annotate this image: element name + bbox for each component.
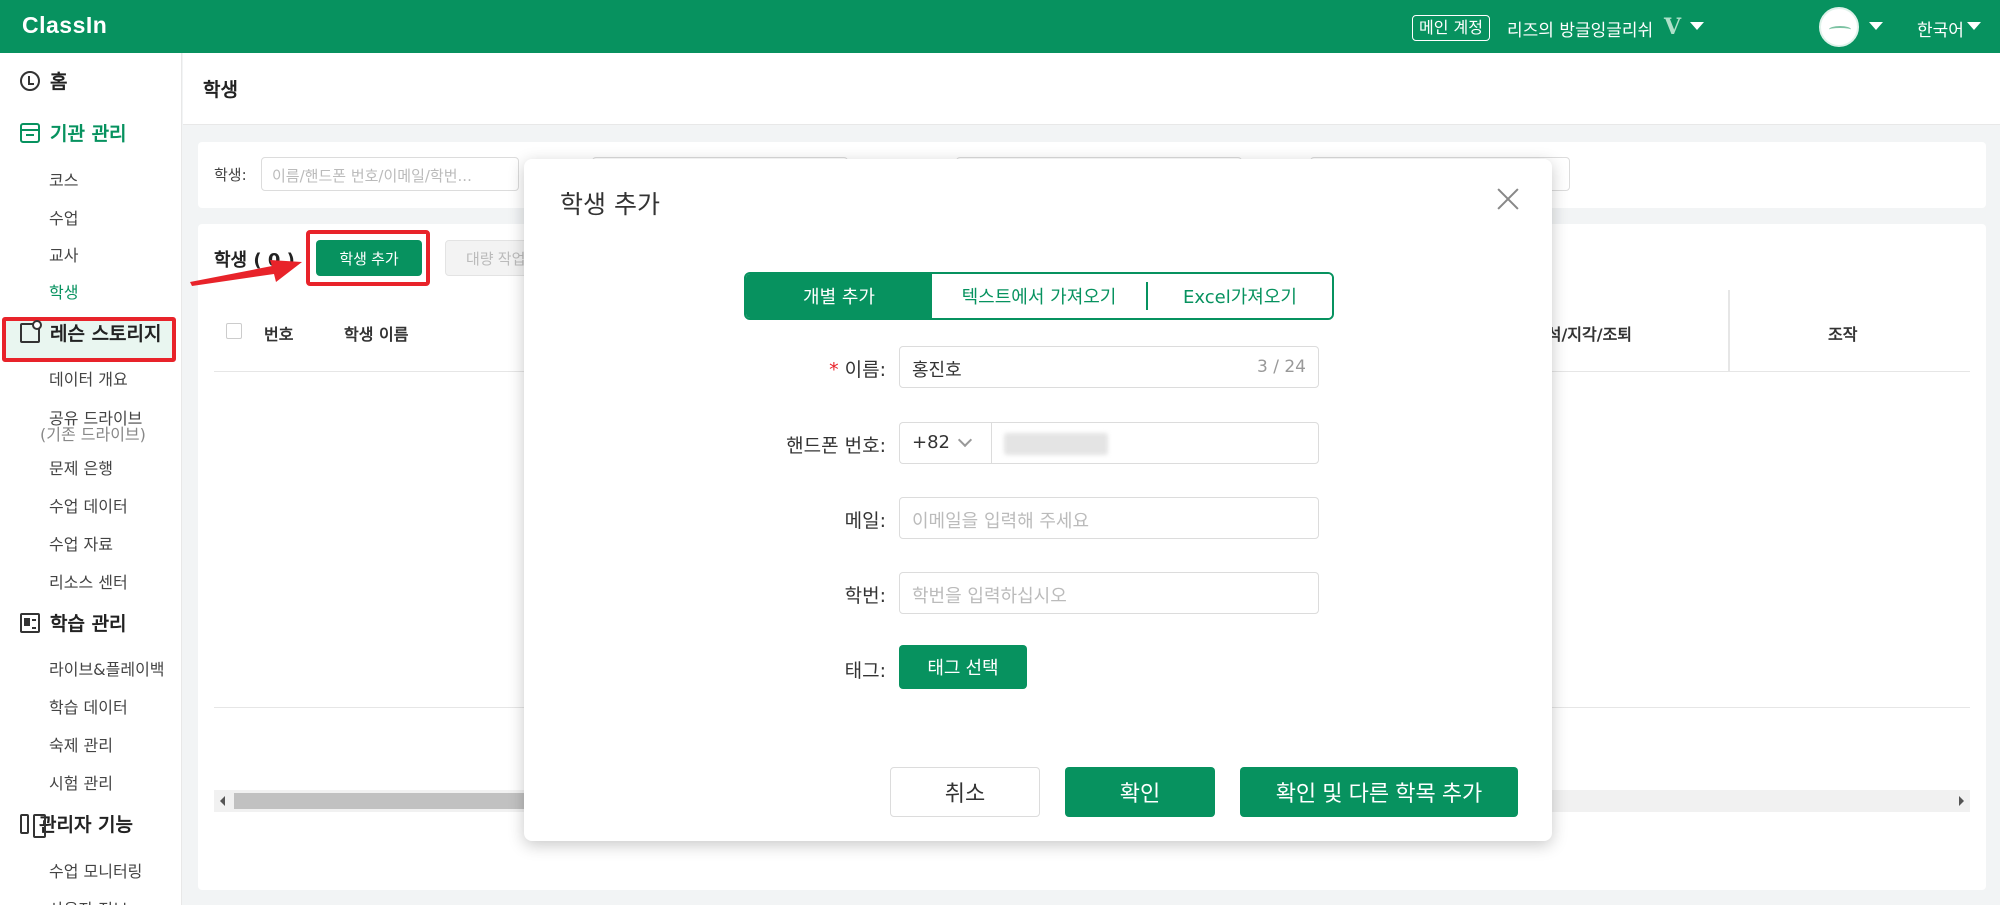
page-title: 학생 [203,79,238,101]
dialog-title: 학생 추가 [560,190,660,219]
student-search-input[interactable]: 이름/핸드폰 번호/이메일/학번... [261,157,519,191]
chevron-down-icon [957,432,973,448]
bulk-action-button[interactable]: 대량 작업 [445,240,535,276]
org-dropdown-caret-icon[interactable] [1690,22,1704,30]
phone-label: 핸드폰 번호: [786,435,886,457]
add-student-button[interactable]: 학생 추가 [316,240,422,276]
column-divider [1728,290,1730,372]
confirm-and-add-another-button[interactable]: 확인 및 다른 학목 추가 [1240,767,1518,817]
clock-icon [20,70,40,91]
add-student-dialog: 학생 추가 개별 추가 텍스트에서 가져오기 Excel가져오기 * 이름: 홍진… [524,159,1552,841]
page-header: 학생 [183,53,2000,125]
sidebar-item-resource-center[interactable]: 리소스 센터 [49,569,128,593]
nav-home-label: 홈 [50,71,68,93]
nav-lesson-storage[interactable]: 레슨 스토리지 [20,319,162,346]
language-selector[interactable]: 한국어 [1917,16,1964,41]
sidebar-item-class-data[interactable]: 수업 데이터 [49,493,128,517]
account-badge: 메인 계정 [1412,15,1490,41]
student-filter-label: 학생: [214,166,247,184]
language-caret-icon[interactable] [1967,22,1981,30]
country-code-value: +82 [912,432,950,453]
scroll-right-icon[interactable] [1959,796,1964,806]
confirm-button[interactable]: 확인 [1065,767,1215,817]
cancel-button[interactable]: 취소 [890,767,1040,817]
sidebar-item-exam[interactable]: 시험 관리 [49,770,113,794]
annotation-arrow-icon [190,260,302,286]
sidebar-item-class-materials[interactable]: 수업 자료 [49,531,113,555]
sidebar-item-homework[interactable]: 숙제 관리 [49,732,113,756]
nav-study-management-label: 학습 관리 [50,613,127,635]
sidebar-item-teacher[interactable]: 교사 [49,242,78,266]
phone-input[interactable] [991,422,1319,464]
email-input[interactable]: 이메일을 입력해 주세요 [899,497,1319,539]
sidebar-item-legacy-drive: (기존 드라이브) [40,425,146,444]
select-all-checkbox[interactable] [226,323,242,339]
nav-org-management[interactable]: 기관 관리 [20,119,127,146]
col-student-name: 학생 이름 [344,325,409,344]
tag-label: 태그: [844,660,886,682]
sidebar-item-class[interactable]: 수업 [49,205,78,229]
sidebar-item-user-info[interactable]: 사용자 정보 [49,896,128,905]
id-card-icon [20,612,40,633]
name-input-value: 홍진호 [912,360,962,381]
scroll-left-icon[interactable] [220,796,225,806]
sidebar-item-student[interactable]: 학생 [49,279,78,303]
tab-import-excel[interactable]: Excel가져오기 [1148,274,1332,318]
name-input[interactable]: 홍진호 3 / 24 [899,346,1319,388]
nav-lesson-storage-label: 레슨 스토리지 [50,323,162,345]
nav-study-management[interactable]: 학습 관리 [20,609,127,636]
close-icon[interactable] [1497,188,1519,210]
name-label-text: 이름: [844,359,886,381]
scrollbar-thumb[interactable] [234,793,534,809]
nav-home[interactable]: 홈 [20,67,67,94]
nav-admin-functions[interactable]: 관리자 기능 [20,810,134,838]
avatar-dropdown-caret-icon[interactable] [1869,22,1883,30]
email-label: 메일: [844,510,886,532]
blurred-phone-number [1004,433,1108,455]
add-mode-tabs: 개별 추가 텍스트에서 가져오기 Excel가져오기 [744,272,1334,320]
col-actions: 조작 [1828,325,1858,344]
sidebar-item-data-overview[interactable]: 데이터 개요 [49,366,128,390]
classin-logo[interactable]: ClassIn [22,12,107,39]
org-name[interactable]: 리즈의 방글잉글리쉬 [1507,16,1653,41]
tab-import-from-text[interactable]: 텍스트에서 가져오기 [932,274,1146,318]
required-mark: * [829,359,839,381]
col-number: 번호 [264,325,294,344]
tab-individual-add[interactable]: 개별 추가 [746,274,932,318]
verified-v-icon: V [1664,14,1682,40]
nav-org-management-label: 기관 관리 [50,123,127,145]
calendar-icon [20,122,40,143]
sidebar-item-class-monitoring[interactable]: 수업 모니터링 [49,858,142,882]
nav-admin-functions-label: 관리자 기능 [39,814,134,836]
sidebar-item-question-bank[interactable]: 문제 은행 [49,455,113,479]
sidebar-item-live-playback[interactable]: 라이브&플레이백 [49,656,165,680]
top-bar: ClassIn 메인 계정 리즈의 방글잉글리쉬 V 한국어 [0,0,2000,53]
admin-icon [20,813,46,838]
name-char-counter: 3 / 24 [1257,357,1306,377]
sidebar: 홈 기관 관리 코스 수업 교사 학생 레슨 스토리지 데이터 개요 공유 드라… [0,53,182,905]
student-number-label: 학번: [844,585,886,607]
student-number-input[interactable]: 학번을 입력하십시오 [899,572,1319,614]
sidebar-item-course[interactable]: 코스 [49,167,78,191]
sidebar-item-study-data[interactable]: 학습 데이터 [49,694,128,718]
folder-icon [20,319,42,343]
name-label: * 이름: [636,355,886,382]
country-code-select[interactable]: +82 [899,422,991,464]
select-tag-button[interactable]: 태그 선택 [899,645,1027,689]
avatar[interactable] [1819,7,1859,47]
